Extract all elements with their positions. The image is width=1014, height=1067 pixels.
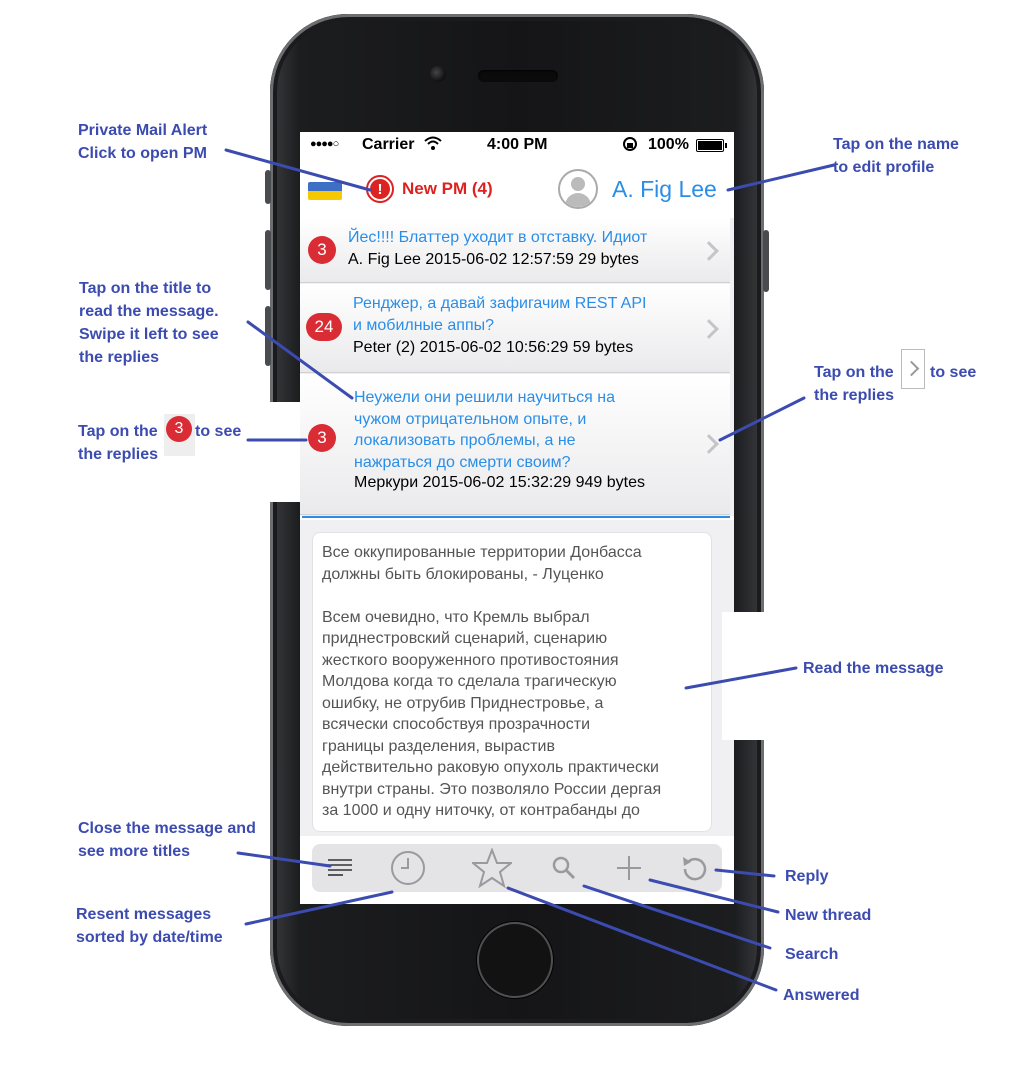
annotation-close: Close the message and see more titles [78, 820, 256, 860]
thread-meta: Меркури 2015-06-02 15:32:29 949 bytes [354, 474, 645, 491]
reply-count-badge[interactable]: 24 [306, 313, 342, 341]
status-time: 4:00 PM [487, 136, 548, 153]
thread-row[interactable]: 24 Ренджер, а давай зафигачим REST API и… [300, 284, 730, 373]
carrier-name: Carrier [362, 136, 415, 153]
thread-title[interactable]: Ренджер, а давай зафигачим REST API и мо… [353, 293, 646, 336]
status-bar: ●●●●○ Carrier 4:00 PM 100% [300, 132, 734, 158]
annotation-chevron-line2: the replies [814, 387, 895, 404]
annotation-read: Read the message [803, 660, 944, 677]
message-area: Все оккупированные территории Донбасса д… [300, 520, 734, 836]
star-icon[interactable] [472, 848, 512, 888]
rotation-lock-icon [622, 136, 640, 155]
annotation-search: Search [785, 946, 839, 963]
message-text: Все оккупированные территории Донбасса д… [322, 544, 662, 819]
clock-icon[interactable] [388, 848, 428, 888]
avatar-icon [558, 169, 598, 209]
app-header: ! New PM (4) A. Fig Lee [300, 160, 734, 216]
thread-row[interactable]: 3 Неужели они решили научиться на чужом … [300, 374, 730, 515]
battery-icon [696, 139, 727, 152]
annotation-chevron: Tap on the [814, 361, 894, 384]
thread-title[interactable]: Йес!!!! Блаттер уходит в отставку. Идиот [348, 227, 647, 249]
home-button[interactable] [477, 922, 553, 998]
chevron-right-icon[interactable] [699, 319, 719, 339]
annotation-pm-alert: Private Mail Alert Click to open PM [78, 122, 208, 162]
thread-meta: A. Fig Lee 2015-06-02 12:57:59 29 bytes [348, 251, 639, 268]
annotation-new-thread: New thread [785, 907, 872, 924]
reply-count-badge[interactable]: 3 [308, 236, 336, 264]
thread-list: 3 Йес!!!! Блаттер уходит в отставку. Иди… [300, 218, 734, 516]
wifi-icon [423, 135, 443, 156]
battery-percent: 100% [648, 136, 689, 153]
message-body[interactable]: Все оккупированные территории Донбасса д… [312, 532, 712, 832]
annotation-chevron-post: to see [930, 364, 977, 381]
annotation-thread-title: Tap on the title to read the message. Sw… [79, 280, 219, 366]
annotation-background [684, 372, 724, 512]
annotation-background [722, 612, 764, 740]
mute-switch [265, 170, 271, 204]
annotation-badge-pre: Tap on the [78, 423, 158, 440]
search-icon[interactable] [544, 848, 584, 888]
thread-meta: Peter (2) 2015-06-02 10:56:29 59 bytes [353, 339, 634, 356]
annotation-recent: Resent messages sorted by date/time [76, 906, 223, 946]
selected-thread-divider [302, 516, 730, 518]
profile-name: A. Fig Lee [612, 175, 717, 202]
new-pm-alert[interactable]: ! New PM (4) [366, 174, 493, 204]
app-screen: ●●●●○ Carrier 4:00 PM 100% ! New PM (4) … [300, 132, 734, 904]
annotation-profile: Tap on the name to edit profile [833, 136, 959, 176]
thread-title[interactable]: Неужели они решили научиться на чужом от… [354, 387, 615, 473]
annotation-background [270, 402, 300, 502]
annotation-badge-line2: the replies [78, 446, 159, 463]
ukraine-flag-icon [308, 182, 342, 200]
chevron-right-icon [901, 349, 925, 389]
list-icon[interactable] [320, 848, 360, 888]
reply-count-badge[interactable]: 3 [308, 424, 336, 452]
volume-down-button [265, 306, 271, 366]
earpiece-speaker [478, 70, 558, 82]
volume-up-button [265, 230, 271, 290]
reply-icon[interactable] [674, 848, 714, 888]
annotation-badge-post: to see [195, 423, 242, 440]
new-pm-label: New PM (4) [402, 179, 493, 198]
alert-icon: ! [366, 175, 394, 203]
profile-button[interactable]: A. Fig Lee [558, 168, 717, 210]
signal-strength: ●●●●○ [310, 138, 339, 150]
annotation-reply: Reply [785, 868, 829, 885]
power-button [763, 230, 769, 292]
front-camera [430, 66, 446, 82]
reply-count-badge: 3 [164, 414, 195, 456]
annotation-chevron-pre: Tap on the [814, 364, 894, 381]
bottom-toolbar [312, 844, 722, 892]
chevron-right-icon[interactable] [699, 241, 719, 261]
thread-row[interactable]: 3 Йес!!!! Блаттер уходит в отставку. Иди… [300, 218, 730, 283]
annotation-answered: Answered [783, 987, 860, 1004]
plus-icon[interactable] [609, 848, 649, 888]
